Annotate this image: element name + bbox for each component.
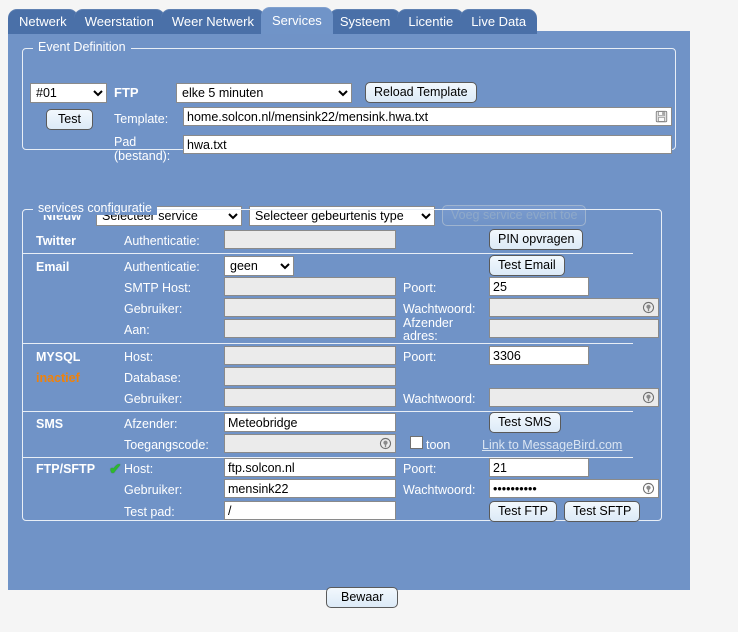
email-aan-label: Aan: [124, 323, 150, 337]
test-ftp-button[interactable]: Test FTP [489, 501, 558, 522]
sms-code-wrapper [224, 434, 396, 453]
service-name-twitter: Twitter [36, 234, 77, 248]
test-sftp-button[interactable]: Test SFTP [564, 501, 641, 522]
sms-code-label: Toegangscode: [124, 438, 209, 452]
tab-label: Live Data [471, 14, 527, 29]
mysql-pass-wrapper [489, 388, 659, 407]
divider-email-mysql [23, 343, 633, 344]
twitter-auth-label: Authenticatie: [124, 234, 200, 248]
sms-afzender-input[interactable] [224, 413, 396, 432]
ftp-pass-wrapper [489, 479, 659, 498]
template-field-wrapper [183, 107, 672, 126]
ftp-port-input[interactable] [489, 458, 589, 477]
service-name-mysql: MYSQL [36, 350, 81, 364]
event-test-button[interactable]: Test [46, 109, 93, 130]
ftp-testpad-label: Test pad: [124, 505, 175, 519]
reveal-password-icon[interactable] [641, 481, 656, 496]
tab-label: Netwerk [19, 14, 67, 29]
tab-bar: Netwerk Weerstation Weer Netwerk Service… [8, 6, 538, 34]
mysql-user-label: Gebruiker: [124, 392, 183, 406]
mysql-password-input[interactable] [489, 388, 659, 407]
pad-label: Pad (bestand): [114, 135, 171, 163]
email-smtp-input[interactable] [224, 277, 396, 296]
email-user-label: Gebruiker: [124, 302, 183, 316]
email-afzender-input[interactable] [489, 319, 659, 338]
save-disk-icon[interactable] [654, 109, 669, 124]
page-root: Netwerk Weerstation Weer Netwerk Service… [0, 0, 738, 632]
sms-toon-checkbox[interactable] [410, 436, 423, 449]
green-check-icon: ✔ [109, 461, 122, 478]
service-name-sms: SMS [36, 417, 64, 431]
tab-weerstation[interactable]: Weerstation [73, 9, 165, 34]
template-label: Template: [114, 112, 169, 126]
sms-toon-label: toon [426, 438, 451, 452]
email-afzender-label: Afzender adres: [403, 316, 454, 343]
ftp-user-label: Gebruiker: [124, 483, 183, 497]
tab-label: Weer Netwerk [171, 14, 254, 29]
email-auth-select[interactable]: geen [224, 256, 294, 276]
email-aan-input[interactable] [224, 319, 396, 338]
ftp-testpad-input[interactable] [224, 501, 396, 520]
mysql-user-input[interactable] [224, 388, 396, 407]
divider-twitter-email [23, 253, 633, 254]
tab-services[interactable]: Services [260, 7, 333, 34]
test-email-button[interactable]: Test Email [489, 255, 565, 276]
event-service-type-label: FTP [114, 85, 139, 100]
services-config-legend: services configuratie [33, 201, 157, 215]
email-user-input[interactable] [224, 298, 396, 317]
email-pass-label: Wachtwoord: [403, 302, 476, 316]
service-name-ftp: FTP/SFTP [36, 462, 96, 476]
email-smtp-label: SMTP Host: [124, 281, 192, 295]
service-name-email: Email [36, 260, 70, 274]
mysql-database-input[interactable] [224, 367, 396, 386]
tab-licentie[interactable]: Licentie [397, 9, 465, 34]
tab-netwerk[interactable]: Netwerk [8, 9, 78, 34]
sms-toegangscode-input[interactable] [224, 434, 396, 453]
mysql-database-label: Database: [124, 371, 181, 385]
email-password-input[interactable] [489, 298, 659, 317]
event-number-select[interactable]: #01 [30, 83, 107, 103]
tab-label: Licentie [408, 14, 454, 29]
tab-label: Weerstation [84, 14, 154, 29]
tab-live-data[interactable]: Live Data [460, 9, 538, 34]
mysql-pass-label: Wachtwoord: [403, 392, 476, 406]
twitter-pin-button[interactable]: PIN opvragen [489, 229, 584, 250]
tab-systeem[interactable]: Systeem [328, 9, 402, 34]
ftp-port-label: Poort: [403, 462, 437, 476]
pad-input[interactable] [183, 135, 672, 154]
ftp-host-input[interactable] [224, 458, 396, 477]
event-definition-legend: Event Definition [33, 40, 131, 54]
email-pass-wrapper [489, 298, 659, 317]
reveal-password-icon[interactable] [641, 390, 656, 405]
services-panel: Event Definition #01 FTP elke 5 minuten … [8, 31, 690, 608]
mysql-port-label: Poort: [403, 350, 437, 364]
reveal-password-icon[interactable] [378, 436, 393, 451]
ftp-pass-label: Wachtwoord: [403, 483, 476, 497]
mysql-port-input[interactable] [489, 346, 589, 365]
sms-afzender-label: Afzender: [124, 417, 178, 431]
reveal-password-icon[interactable] [641, 300, 656, 315]
tab-label: Systeem [339, 14, 391, 29]
mysql-status-label: inactief [36, 371, 80, 385]
reload-template-button[interactable]: Reload Template [365, 82, 477, 103]
mysql-host-input[interactable] [224, 346, 396, 365]
twitter-auth-input[interactable] [224, 230, 396, 249]
template-input[interactable] [183, 107, 672, 126]
save-button[interactable]: Bewaar [326, 587, 399, 608]
ftp-gebruiker-input[interactable] [224, 479, 396, 498]
ftp-password-input[interactable] [489, 479, 659, 498]
email-auth-label: Authenticatie: [124, 260, 200, 274]
test-sms-button[interactable]: Test SMS [489, 412, 561, 433]
messagebird-link[interactable]: Link to MessageBird.com [482, 438, 622, 452]
tab-label: Services [271, 13, 322, 28]
tab-weer-netwerk[interactable]: Weer Netwerk [160, 9, 265, 34]
email-port-label: Poort: [403, 281, 437, 295]
event-interval-select[interactable]: elke 5 minuten [176, 83, 352, 103]
ftp-host-label: Host: [124, 462, 154, 476]
mysql-host-label: Host: [124, 350, 154, 364]
email-port-input[interactable] [489, 277, 589, 296]
